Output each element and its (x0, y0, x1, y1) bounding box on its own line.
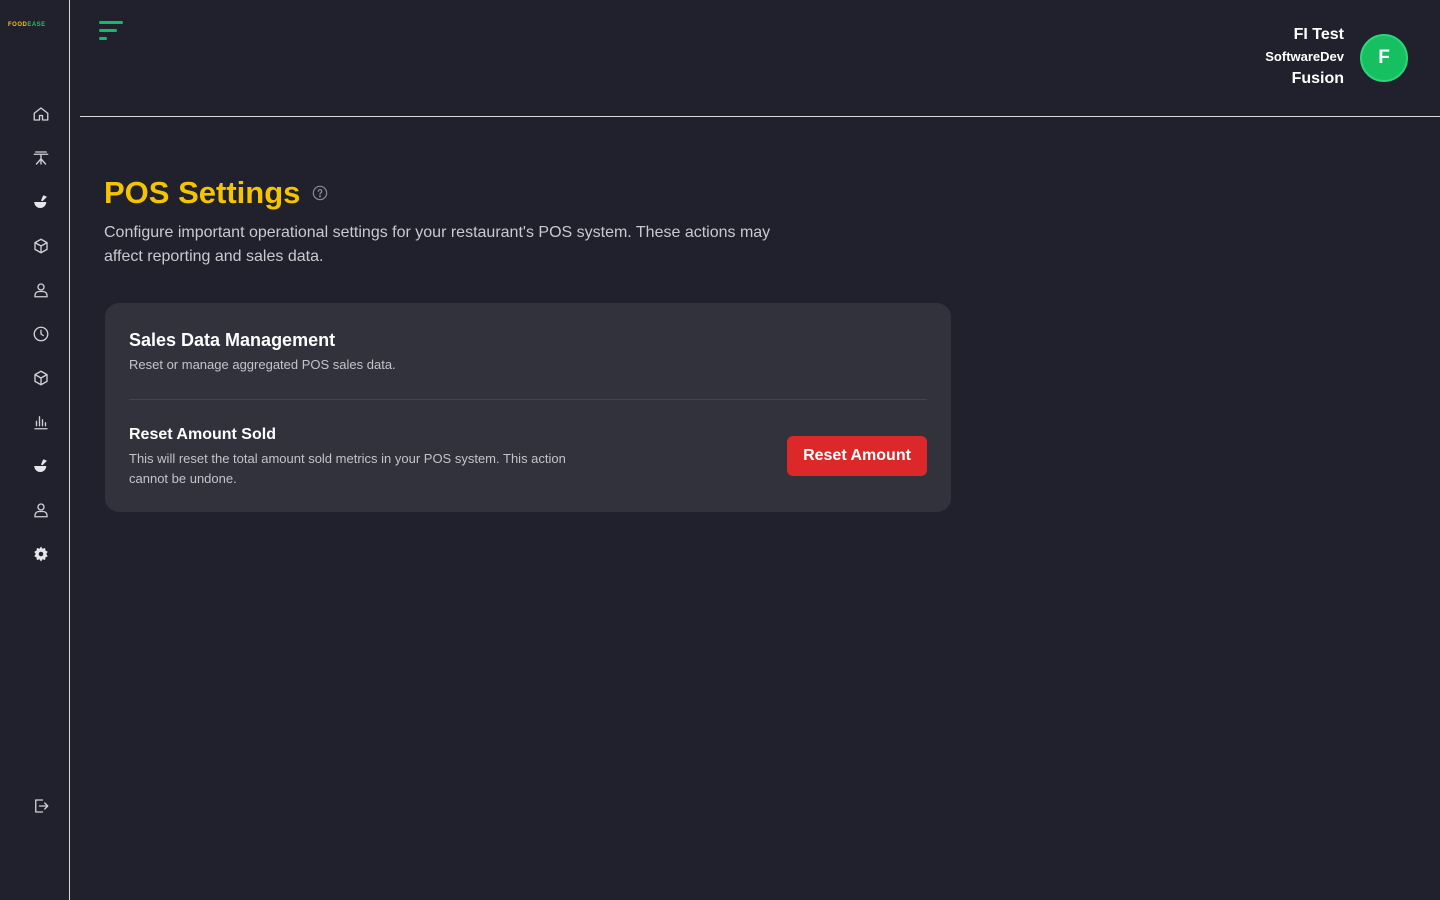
page-title: POS Settings (104, 175, 301, 210)
user-icon[interactable] (30, 499, 52, 521)
user-icon[interactable] (30, 279, 52, 301)
reset-amount-button[interactable]: Reset Amount (787, 436, 927, 476)
clock-icon[interactable] (30, 323, 52, 345)
settings-icon[interactable] (30, 543, 52, 565)
card-title: Sales Data Management (129, 330, 336, 350)
avatar[interactable]: F (1360, 34, 1408, 82)
table-icon[interactable] (30, 147, 52, 169)
package-icon[interactable] (30, 235, 52, 257)
sales-data-card: Sales Data Management Reset or manage ag… (105, 303, 951, 512)
user-info[interactable]: FI Test SoftwareDev Fusion (1265, 24, 1344, 90)
divider (129, 399, 927, 400)
logout-icon[interactable] (30, 795, 52, 817)
setting-title: Reset Amount Sold (129, 426, 276, 443)
food-icon[interactable] (30, 191, 52, 213)
sidebar: FOODEASE (0, 0, 70, 900)
user-name: FI Test (1293, 26, 1344, 43)
page-subtitle: Configure important operational settings… (104, 224, 771, 265)
app-logo[interactable]: FOODEASE (8, 22, 60, 28)
menu-toggle-icon[interactable] (99, 20, 125, 42)
card-description: Reset or manage aggregated POS sales dat… (129, 357, 396, 372)
setting-description: This will reset the total amount sold me… (129, 451, 566, 486)
food-icon[interactable] (30, 455, 52, 477)
home-icon[interactable] (30, 103, 52, 125)
header-divider (80, 116, 1440, 117)
user-role: SoftwareDev (1265, 49, 1344, 64)
chart-icon[interactable] (30, 411, 52, 433)
page-header: POS Settings (104, 175, 328, 211)
user-org: Fusion (1291, 70, 1344, 87)
package-icon[interactable] (30, 367, 52, 389)
help-icon[interactable] (312, 185, 328, 201)
